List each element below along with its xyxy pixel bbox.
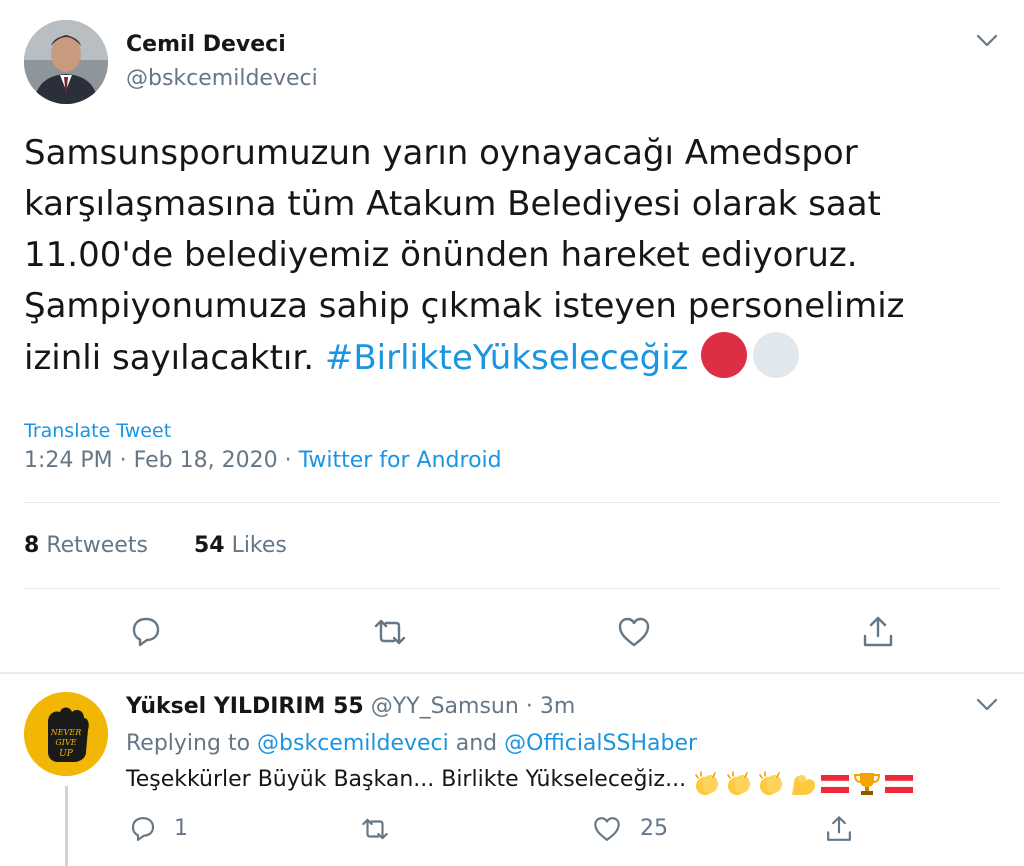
tweet-stats: 8 Retweets 54 Likes: [24, 533, 287, 558]
tweet-time[interactable]: 1:24 PM: [24, 448, 113, 473]
tweet-text-line: Samsunsporumuzun yarın oynayacağı Amedsp…: [24, 133, 858, 173]
reply-like-count: 25: [640, 816, 668, 841]
tweet-text-line: 11.00'de belediyemiz önünden hareket edi…: [24, 235, 858, 275]
tweet-text-fragment: izinli sayılacaktır.: [24, 338, 315, 378]
tweet-text-line: Şampiyonumuza sahip çıkmak isteyen perso…: [24, 286, 905, 326]
author-name[interactable]: Cemil Deveci: [126, 32, 286, 57]
flexed-biceps-icon: [792, 775, 816, 795]
reply-author-avatar[interactable]: NEVER GIVE UP: [24, 692, 108, 776]
reply-count: 1: [174, 816, 188, 841]
chevron-down-icon[interactable]: [976, 698, 998, 712]
tweet-text: Samsunsporumuzun yarın oynayacağı Amedsp…: [24, 128, 984, 384]
like-icon[interactable]: [592, 814, 622, 844]
reply-actions-bar: [0, 812, 1024, 852]
reply-author-handle[interactable]: @YY_Samsun: [371, 694, 519, 719]
reply-emojis: [692, 771, 916, 797]
replying-to: Replying to @bskcemildeveci and @Officia…: [126, 731, 697, 756]
likes-count: 54: [193, 533, 225, 558]
fist-icon: NEVER GIVE UP: [24, 692, 108, 776]
reply-icon[interactable]: [128, 814, 158, 844]
retweet-icon[interactable]: [360, 814, 390, 844]
like-icon[interactable]: [616, 614, 652, 650]
author-handle[interactable]: @bskcemildeveci: [126, 66, 318, 91]
author-avatar[interactable]: [24, 20, 108, 104]
chevron-down-icon[interactable]: [976, 34, 998, 48]
meta-separator: ·: [284, 448, 292, 473]
replying-and: and: [455, 731, 498, 756]
clapping-hands-icon: [759, 771, 783, 795]
austrian-flag-icon: [820, 775, 850, 793]
retweets-count: 8: [24, 533, 40, 558]
replying-user-link[interactable]: @bskcemildeveci: [257, 731, 449, 756]
translate-tweet-link[interactable]: Translate Tweet: [24, 420, 171, 442]
reply-author-name[interactable]: Yüksel YILDIRIM 55: [126, 694, 364, 719]
replying-user-link[interactable]: @OfficialSSHaber: [504, 731, 697, 756]
retweet-icon[interactable]: [372, 614, 408, 650]
red-circle-emoji: [700, 332, 747, 378]
tweet-actions-bar: [0, 604, 1024, 660]
clapping-hands-icon: [695, 771, 719, 795]
avatar-text-never: NEVER: [50, 728, 81, 737]
tweet-text-line: karşılaşmasına tüm Atakum Belediyesi ola…: [24, 184, 881, 224]
meta-separator: ·: [119, 448, 127, 473]
reply-header: Yüksel YILDIRIM 55 @YY_Samsun · 3m: [126, 694, 575, 719]
reply-time[interactable]: 3m: [540, 694, 575, 719]
share-icon[interactable]: [860, 614, 896, 650]
clapping-hands-icon: [727, 771, 751, 795]
tweet-meta: 1:24 PM · Feb 18, 2020 · Twitter for And…: [24, 448, 502, 473]
tweet-date[interactable]: Feb 18, 2020: [134, 448, 278, 473]
austrian-flag-icon: [884, 775, 914, 793]
divider: [24, 588, 1000, 589]
reply-text-content: Teşekkürler Büyük Başkan... Birlikte Yük…: [126, 767, 687, 792]
avatar-text-give: GIVE: [55, 738, 76, 747]
avatar-text-up: UP: [59, 749, 74, 759]
reply-text: Teşekkürler Büyük Başkan... Birlikte Yük…: [126, 767, 916, 797]
white-circle-emoji: [752, 332, 799, 378]
reply-separator: ·: [525, 694, 533, 719]
tweet-source-link[interactable]: Twitter for Android: [299, 448, 502, 473]
retweets-label: Retweets: [46, 533, 148, 558]
tweet-text-line-last: izinli sayılacaktır. #BirlikteYükseleceğ…: [24, 332, 984, 384]
hashtag-link[interactable]: #BirlikteYükseleceğiz: [325, 338, 689, 378]
likes-label: Likes: [231, 533, 287, 558]
trophy-icon: [854, 773, 881, 795]
main-tweet: Cemil Deveci @bskcemildeveci Samsunsporu…: [0, 0, 1024, 672]
share-icon[interactable]: [824, 814, 854, 844]
reply-icon[interactable]: [128, 614, 164, 650]
author-photo: [24, 20, 108, 104]
likes-stat[interactable]: 54 Likes: [194, 533, 287, 558]
divider: [24, 502, 1000, 503]
replying-to-label: Replying to: [126, 731, 251, 756]
retweets-stat[interactable]: 8 Retweets: [24, 533, 148, 558]
